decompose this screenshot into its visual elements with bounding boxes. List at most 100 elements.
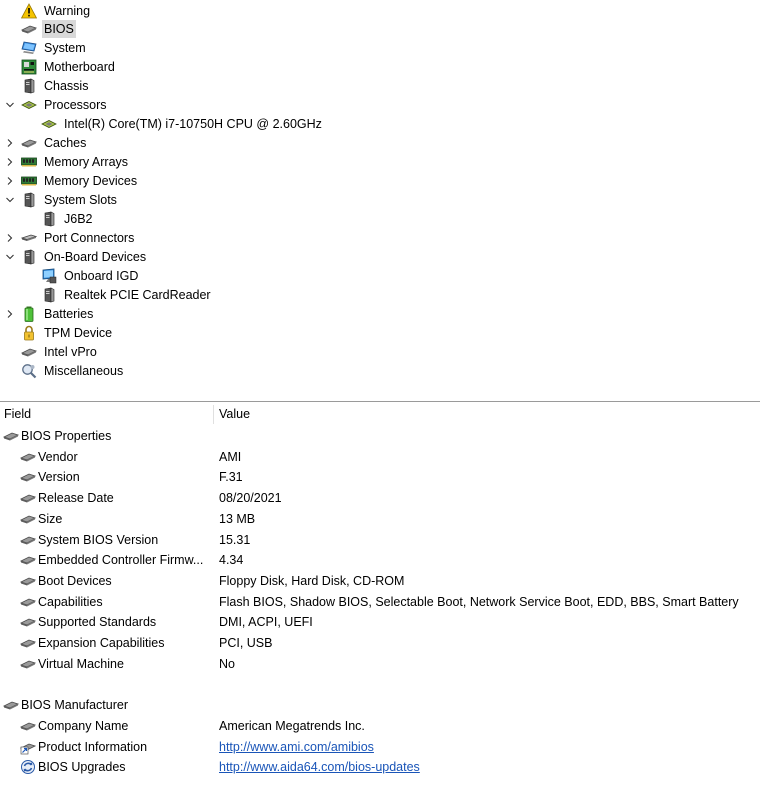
tower-icon bbox=[41, 211, 57, 227]
chip-icon bbox=[3, 428, 19, 444]
tree-item-system-slots[interactable]: System Slots bbox=[6, 191, 119, 210]
chip-icon bbox=[20, 718, 36, 734]
tree-item-label: Caches bbox=[44, 136, 87, 151]
tree-item-system[interactable]: System bbox=[21, 39, 88, 58]
tree-item-warning[interactable]: Warning bbox=[21, 1, 92, 20]
group-header-row[interactable]: BIOS Properties bbox=[0, 426, 760, 446]
tree-item-processors[interactable]: Processors bbox=[6, 96, 109, 115]
field-cell: System BIOS Version bbox=[20, 530, 158, 550]
field-cell: Capabilities bbox=[20, 592, 103, 612]
value-cell: F.31 bbox=[219, 470, 243, 485]
chip-icon bbox=[20, 469, 36, 485]
field-cell: Release Date bbox=[20, 488, 114, 508]
value-cell: 15.31 bbox=[219, 532, 251, 547]
table-row[interactable]: BIOS Upgrades http://www.aida64.com/bios-… bbox=[0, 757, 760, 777]
chip-icon bbox=[20, 449, 36, 465]
tree-item-memory-devices[interactable]: Memory Devices bbox=[7, 172, 139, 191]
computer-icon bbox=[21, 40, 37, 56]
table-row[interactable]: Capabilities Flash BIOS, Shadow BIOS, Sel… bbox=[0, 592, 760, 612]
column-header-value[interactable]: Value bbox=[219, 403, 250, 426]
field-label: Release Date bbox=[38, 491, 114, 506]
table-row[interactable]: Vendor AMI bbox=[0, 447, 760, 467]
field-cell: BIOS Upgrades bbox=[20, 757, 126, 777]
table-row[interactable]: Size 13 MB bbox=[0, 509, 760, 529]
tree-item-bios[interactable]: BIOS bbox=[21, 20, 76, 39]
tree-item-on-board-devices[interactable]: On-Board Devices bbox=[6, 247, 148, 266]
table-row[interactable]: Company Name American Megatrends Inc. bbox=[0, 716, 760, 736]
tree-item-onboard-igd[interactable]: Onboard IGD bbox=[41, 266, 140, 285]
chevron-right-icon[interactable] bbox=[4, 134, 16, 153]
tree-item-label: Processors bbox=[44, 98, 107, 113]
tree-item-label: Batteries bbox=[44, 306, 94, 321]
table-row[interactable]: Version F.31 bbox=[0, 467, 760, 487]
field-cell: Size bbox=[20, 509, 62, 529]
chip-icon bbox=[20, 511, 36, 527]
tree-item-batteries[interactable]: Batteries bbox=[7, 304, 95, 323]
column-separator[interactable] bbox=[213, 405, 214, 424]
field-label: Supported Standards bbox=[38, 615, 157, 630]
value-link[interactable]: http://www.ami.com/amibios bbox=[219, 737, 374, 757]
field-label: Version bbox=[38, 470, 80, 485]
chevron-right-icon[interactable] bbox=[4, 153, 16, 172]
tree-item-chassis[interactable]: Chassis bbox=[21, 77, 90, 96]
chip-icon bbox=[21, 21, 37, 37]
table-row[interactable]: Boot Devices Floppy Disk, Hard Disk, CD-R… bbox=[0, 571, 760, 591]
field-cell: Boot Devices bbox=[20, 571, 112, 591]
tree-item-tpm-device[interactable]: TPM Device bbox=[21, 323, 114, 342]
chevron-down-icon[interactable] bbox=[4, 191, 16, 210]
tree-item-j6b2[interactable]: J6B2 bbox=[41, 209, 95, 228]
field-cell: BIOS Properties bbox=[3, 426, 111, 446]
tree-item-realtek-pcie-cardreader[interactable]: Realtek PCIE CardReader bbox=[41, 285, 213, 304]
table-row[interactable]: Expansion Capabilities PCI, USB bbox=[0, 633, 760, 653]
field-label: Virtual Machine bbox=[38, 656, 124, 671]
tree-item-intel-r-core-tm-i7-10750h-cpu-2-60ghz[interactable]: Intel(R) Core(TM) i7-10750H CPU @ 2.60GH… bbox=[41, 115, 324, 134]
table-row[interactable]: Virtual Machine No bbox=[0, 654, 760, 674]
field-label: Size bbox=[38, 511, 63, 526]
value-cell: 08/20/2021 bbox=[219, 491, 282, 506]
field-label: Expansion Capabilities bbox=[38, 636, 165, 650]
table-row[interactable]: Product Information http://www.ami.com/am… bbox=[0, 737, 760, 757]
tree-item-label: Onboard IGD bbox=[64, 268, 139, 283]
field-cell: Product Information bbox=[20, 737, 147, 757]
tree-item-miscellaneous[interactable]: Miscellaneous bbox=[21, 361, 125, 380]
field-cell: Expansion Capabilities bbox=[20, 633, 164, 653]
details-grid: Field Value BIOS Properties Vendor AMI Vers… bbox=[0, 403, 760, 800]
chip-icon bbox=[20, 490, 36, 506]
chip-icon bbox=[20, 573, 36, 589]
chevron-right-icon[interactable] bbox=[4, 228, 16, 247]
chip-icon bbox=[21, 344, 37, 360]
field-label: Capabilities bbox=[38, 594, 103, 609]
pane-divider[interactable] bbox=[0, 401, 760, 402]
table-row[interactable]: Supported Standards DMI, ACPI, UEFI bbox=[0, 612, 760, 632]
field-cell: BIOS Manufacturer bbox=[3, 695, 128, 715]
group-header-row[interactable]: BIOS Manufacturer bbox=[0, 695, 760, 715]
value-cell: AMI bbox=[219, 449, 242, 464]
tree-item-intel-vpro[interactable]: Intel vPro bbox=[21, 342, 99, 361]
table-row[interactable]: System BIOS Version 15.31 bbox=[0, 530, 760, 550]
table-row[interactable]: Release Date 08/20/2021 bbox=[0, 488, 760, 508]
value-link[interactable]: http://www.aida64.com/bios-updates bbox=[219, 757, 420, 777]
table-row[interactable]: Embedded Controller Firmw... 4.34 bbox=[0, 550, 760, 570]
tree-item-memory-arrays[interactable]: Memory Arrays bbox=[7, 153, 130, 172]
tower-icon bbox=[21, 192, 37, 208]
chip-icon bbox=[21, 135, 37, 151]
chip-icon bbox=[20, 635, 36, 651]
tree-item-caches[interactable]: Caches bbox=[7, 134, 88, 153]
chip-icon bbox=[20, 656, 36, 672]
motherboard-icon bbox=[21, 59, 37, 75]
chevron-right-icon[interactable] bbox=[4, 172, 16, 191]
tree-item-motherboard[interactable]: Motherboard bbox=[21, 58, 117, 77]
chevron-down-icon[interactable] bbox=[4, 247, 16, 266]
value-cell: DMI, ACPI, UEFI bbox=[219, 615, 313, 630]
field-label: System BIOS Version bbox=[38, 532, 159, 547]
value-cell: Flash BIOS, Shadow BIOS, Selectable Boot… bbox=[219, 594, 739, 609]
field-label: Product Information bbox=[38, 739, 148, 754]
column-header-field[interactable]: Field bbox=[4, 403, 31, 426]
chevron-down-icon[interactable] bbox=[4, 96, 16, 115]
tree-item-label: Miscellaneous bbox=[44, 363, 124, 378]
chip-icon bbox=[20, 594, 36, 610]
tree-item-port-connectors[interactable]: Port Connectors bbox=[7, 228, 136, 247]
tree-item-label: Memory Devices bbox=[44, 174, 138, 189]
chevron-right-icon[interactable] bbox=[4, 304, 16, 323]
chip-icon bbox=[3, 697, 19, 713]
